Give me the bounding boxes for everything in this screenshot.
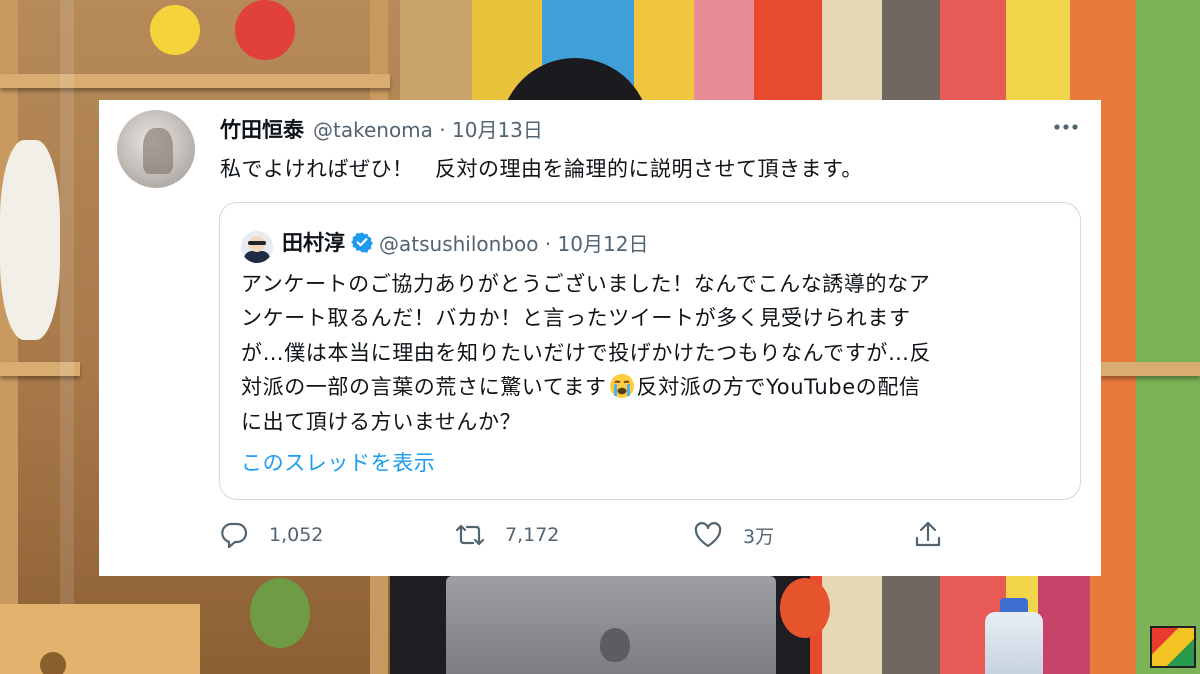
- verified-badge-icon: [351, 232, 373, 253]
- shelf-board: [0, 74, 390, 88]
- share-button[interactable]: [913, 520, 943, 550]
- quoted-text-segment: 反対派の方でYouTubeの配信: [636, 375, 921, 400]
- apple-logo-icon: [600, 628, 630, 662]
- crying-face-emoji-icon: [609, 374, 634, 399]
- retweet-button[interactable]: 7,172: [455, 520, 559, 550]
- avatar-suit: [244, 251, 270, 263]
- water-bottle: [985, 612, 1043, 674]
- quoted-text-line: ンケート取るんだ！バカか！と言ったツイートが多く見受けられます: [241, 306, 911, 331]
- like-button[interactable]: 3万: [693, 520, 774, 550]
- avatar-figure: [143, 128, 173, 174]
- quoted-display-name[interactable]: 田村淳: [282, 227, 345, 257]
- quoted-author-avatar[interactable]: [241, 231, 273, 263]
- like-count: 3万: [743, 525, 775, 548]
- reply-button[interactable]: 1,052: [219, 520, 323, 550]
- shelf-board: [1100, 362, 1200, 376]
- quoted-text-line: が…僕は本当に理由を知りたいだけで投げかけたつもりなんですが…反: [241, 340, 932, 365]
- toy-figure: [780, 578, 830, 638]
- desk-stand: [0, 604, 200, 674]
- heart-icon: [694, 522, 722, 548]
- quoted-text-line: アンケートのご協力ありがとうございました！なんでこんな誘導的なア: [241, 272, 931, 296]
- tweet-text: 私でよければぜひ！ 反対の理由を論理的に説明させて頂きます。: [220, 157, 863, 181]
- quoted-text-segment: 対派の一部の言葉の荒さに驚いてます: [241, 375, 607, 400]
- quoted-text-line: 対派の一部の言葉の荒さに驚いてます 反対派の方でYouTubeの配信: [241, 370, 1071, 404]
- share-icon: [915, 521, 941, 547]
- books: [1038, 570, 1090, 674]
- quoted-text-line: に出て頂ける方いませんか？: [241, 409, 522, 434]
- channel-logo-icon: [1150, 626, 1196, 668]
- retweet-count: 7,172: [505, 524, 560, 546]
- tweet-header: 竹田恒泰 @takenoma · 10月13日: [220, 114, 543, 144]
- quoted-text: アンケートのご協力ありがとうございました！なんでこんな誘導的なア ンケート取るん…: [241, 267, 1071, 439]
- reply-icon: [221, 522, 248, 549]
- avatar-glasses: [248, 241, 266, 245]
- author-display-name[interactable]: 竹田恒泰: [220, 114, 304, 144]
- toy-figure: [150, 5, 200, 55]
- reply-count: 1,052: [269, 524, 324, 546]
- more-horizontal-icon[interactable]: [1053, 116, 1079, 138]
- quoted-header: 田村淳 @atsushilonboo · 10月12日: [282, 227, 648, 257]
- toy-figure: [250, 578, 310, 648]
- toy-figure: [235, 0, 295, 60]
- author-handle-and-date[interactable]: @takenoma · 10月13日: [313, 114, 543, 143]
- tweet-card[interactable]: 竹田恒泰 @takenoma · 10月13日 私でよければぜひ！ 反対の理由を…: [99, 100, 1101, 576]
- quoted-tweet[interactable]: 田村淳 @atsushilonboo · 10月12日 アンケートのご協力ありが…: [219, 202, 1081, 500]
- acrylic-panel: [60, 0, 74, 674]
- shelf-post: [0, 0, 18, 674]
- desk-hole: [40, 652, 66, 674]
- wall-plank: [1136, 0, 1200, 674]
- show-thread-link[interactable]: このスレッドを表示: [241, 447, 435, 477]
- quoted-handle-and-date[interactable]: @atsushilonboo · 10月12日: [379, 228, 648, 257]
- retweet-icon: [455, 524, 485, 546]
- author-avatar[interactable]: [117, 110, 195, 188]
- tweet-actions: 1,052 7,172 3万: [219, 520, 949, 560]
- snoopy-plush: [0, 140, 60, 340]
